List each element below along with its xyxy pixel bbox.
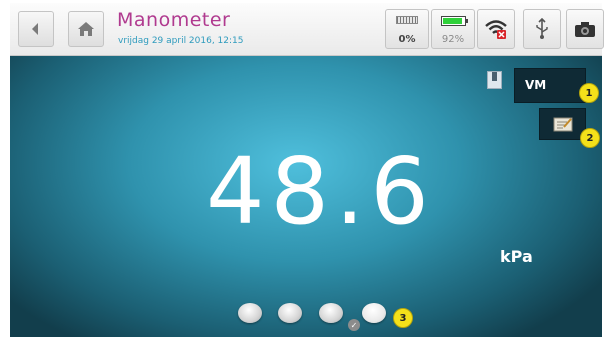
- memory-value: 0%: [398, 34, 416, 45]
- callout-badge-2: 2: [580, 128, 600, 148]
- battery-indicator: 92%: [431, 9, 475, 49]
- battery-value: 92%: [441, 34, 465, 45]
- memory-icon: [396, 16, 418, 24]
- bookmark-icon[interactable]: [487, 71, 502, 89]
- battery-icon: [441, 16, 466, 26]
- home-button[interactable]: [68, 11, 104, 47]
- wifi-button[interactable]: [477, 9, 515, 49]
- vm-mode-label: VM: [525, 78, 547, 92]
- page-indicator-dot[interactable]: [278, 303, 302, 323]
- camera-button[interactable]: [566, 9, 604, 49]
- page-indicator-dot[interactable]: [238, 303, 262, 323]
- memory-indicator: 0%: [385, 9, 429, 49]
- notes-button[interactable]: [539, 108, 586, 140]
- callout-badge-3: 3: [393, 308, 413, 328]
- home-icon: [78, 22, 94, 36]
- checkmark-icon: ✓: [348, 319, 360, 331]
- usb-button[interactable]: [523, 9, 561, 49]
- battery-terminal: [466, 19, 468, 23]
- measurement-display: VM 1 2 48.6 kPa ✓ 3: [10, 56, 602, 337]
- header-bar: Manometer vrijdag 29 april 2016, 12:15 0…: [10, 3, 604, 56]
- battery-level: [443, 18, 463, 24]
- date-time: vrijdag 29 april 2016, 12:15: [118, 36, 244, 46]
- app-window: Manometer vrijdag 29 april 2016, 12:15 0…: [10, 3, 604, 337]
- camera-icon: [575, 22, 595, 37]
- pressure-reading: 48.6: [206, 138, 435, 245]
- page-indicator-dot[interactable]: [319, 303, 343, 323]
- callout-badge-1: 1: [579, 83, 599, 103]
- notepad-icon: [553, 117, 572, 132]
- usb-icon: [536, 18, 548, 39]
- pressure-unit: kPa: [500, 247, 533, 266]
- wifi-disconnected-icon: [485, 20, 507, 39]
- page-indicator-dot-active[interactable]: [362, 303, 386, 323]
- arrow-left-icon: [32, 23, 38, 35]
- vm-mode-button[interactable]: VM: [514, 68, 586, 103]
- page-title: Manometer: [117, 9, 231, 31]
- back-button[interactable]: [18, 11, 54, 47]
